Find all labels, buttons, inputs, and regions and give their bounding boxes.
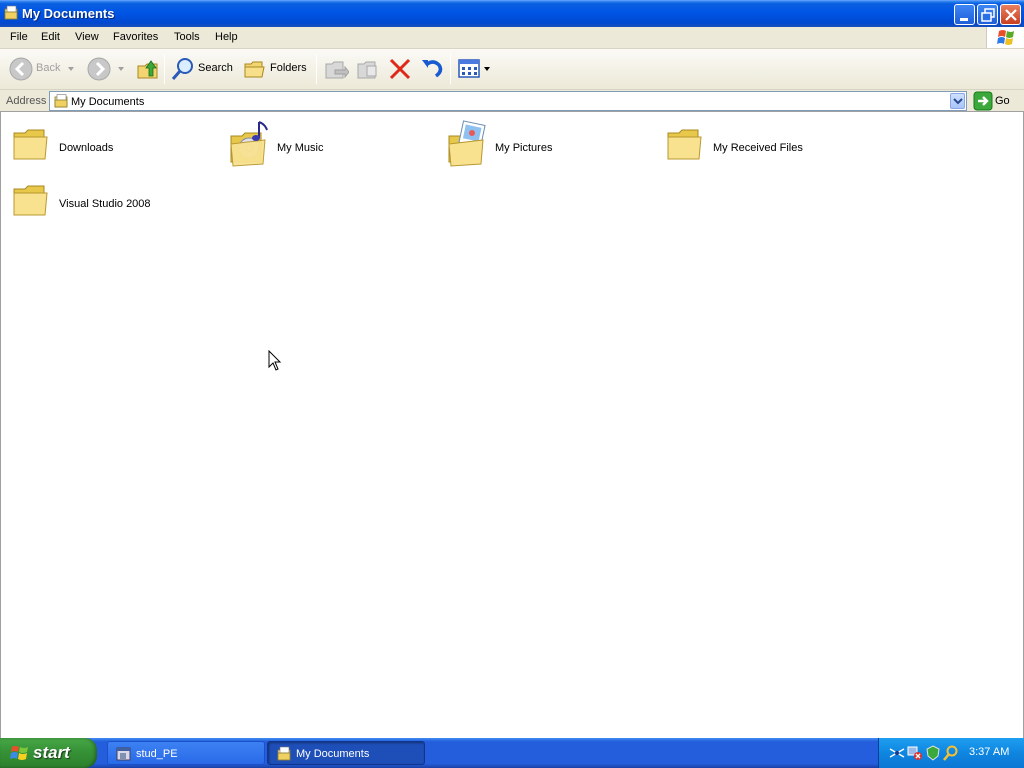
menu-bar: File Edit View Favorites Tools Help (0, 27, 1024, 49)
chevron-down-icon (484, 67, 490, 71)
menu-file[interactable]: File (10, 31, 28, 43)
up-folder-button[interactable] (134, 55, 162, 83)
copy-to-button[interactable] (354, 55, 382, 83)
menu-tools[interactable]: Tools (174, 31, 200, 43)
search-icon[interactable] (943, 745, 959, 761)
minimize-button[interactable] (954, 4, 975, 25)
folders-label: Folders (270, 62, 307, 74)
search-label: Search (198, 62, 233, 74)
chevron-down-icon (68, 67, 74, 71)
windows-logo-icon (986, 27, 1024, 48)
toolbar: Back Search Folders (0, 49, 1024, 90)
my-documents-icon (3, 5, 19, 21)
my-documents-icon (277, 746, 291, 761)
folder-icon (667, 129, 702, 160)
address-label: Address (6, 95, 47, 107)
restore-icon (981, 8, 995, 22)
windows-flag-icon (10, 746, 28, 760)
views-icon (458, 59, 480, 78)
menu-view[interactable]: View (75, 31, 99, 43)
start-label: start (33, 743, 70, 762)
copy-to-icon (357, 61, 377, 79)
folders-icon (244, 61, 265, 78)
go-button[interactable]: Go (972, 91, 1022, 111)
folder-item-downloads[interactable]: Downloads (11, 124, 221, 174)
menu-edit[interactable]: Edit (41, 31, 60, 43)
network-disconnected-icon[interactable] (907, 745, 923, 761)
menu-help[interactable]: Help (215, 31, 238, 43)
mouse-cursor-icon (268, 350, 282, 371)
back-arrow-icon (9, 57, 33, 81)
forward-button[interactable] (86, 55, 126, 83)
address-value: My Documents (71, 96, 145, 108)
folder-name: Visual Studio 2008 (59, 198, 151, 210)
my-documents-icon (53, 94, 69, 112)
task-label: My Documents (296, 748, 370, 760)
music-folder-icon (230, 121, 268, 167)
search-icon (171, 58, 193, 80)
folder-name: My Pictures (495, 142, 553, 154)
address-input[interactable]: My Documents (49, 91, 967, 111)
menu-favorites[interactable]: Favorites (113, 31, 158, 43)
undo-icon (422, 60, 443, 78)
task-label: stud_PE (136, 748, 178, 760)
move-to-button[interactable] (322, 55, 350, 83)
close-icon (1005, 9, 1017, 21)
taskbar: start stud_PE My Documents 3:37 AM (0, 738, 1024, 768)
folder-item-visual-studio-2008[interactable]: Visual Studio 2008 (11, 180, 221, 230)
delete-button[interactable] (386, 55, 414, 83)
network-icon[interactable] (889, 745, 905, 761)
title-bar[interactable]: My Documents (0, 0, 1024, 27)
system-tray: 3:37 AM (878, 738, 1024, 768)
back-label: Back (36, 62, 61, 74)
minimize-icon (960, 18, 968, 21)
taskbar-button-stud-pe[interactable]: stud_PE (107, 741, 265, 765)
app-window-icon (116, 747, 131, 761)
address-bar: Address My Documents Go (0, 90, 1024, 112)
chevron-down-icon (118, 67, 124, 71)
security-shield-icon[interactable] (925, 745, 941, 761)
search-button[interactable]: Search (170, 55, 236, 83)
folder-name: My Music (277, 142, 324, 154)
window-title: My Documents (22, 6, 115, 21)
folder-icon (13, 129, 48, 160)
chevron-down-icon (953, 98, 963, 105)
move-to-icon (325, 61, 349, 79)
up-folder-icon (137, 60, 158, 79)
folder-name: My Received Files (713, 142, 803, 154)
back-button[interactable]: Back (6, 55, 76, 83)
folder-item-my-music[interactable]: My Music (229, 120, 439, 170)
folders-button[interactable]: Folders (242, 55, 310, 83)
folder-icon (13, 185, 48, 216)
forward-arrow-icon (87, 57, 111, 81)
folder-content-area[interactable]: Downloads My Music My Pictures My Receiv… (0, 112, 1024, 738)
taskbar-button-my-documents[interactable]: My Documents (267, 741, 425, 765)
folder-item-my-received-files[interactable]: My Received Files (665, 124, 875, 174)
address-dropdown-button[interactable] (950, 93, 965, 109)
go-label: Go (995, 95, 1010, 107)
go-arrow-icon (973, 91, 993, 111)
undo-button[interactable] (418, 55, 446, 83)
delete-x-icon (389, 58, 411, 80)
views-button[interactable] (456, 55, 492, 83)
folder-name: Downloads (59, 142, 114, 154)
folder-item-my-pictures[interactable]: My Pictures (447, 120, 657, 170)
restore-button[interactable] (977, 4, 998, 25)
clock: 3:37 AM (969, 746, 1010, 758)
pictures-folder-icon (448, 120, 486, 167)
start-button[interactable]: start (0, 738, 97, 768)
close-button[interactable] (1000, 4, 1021, 25)
